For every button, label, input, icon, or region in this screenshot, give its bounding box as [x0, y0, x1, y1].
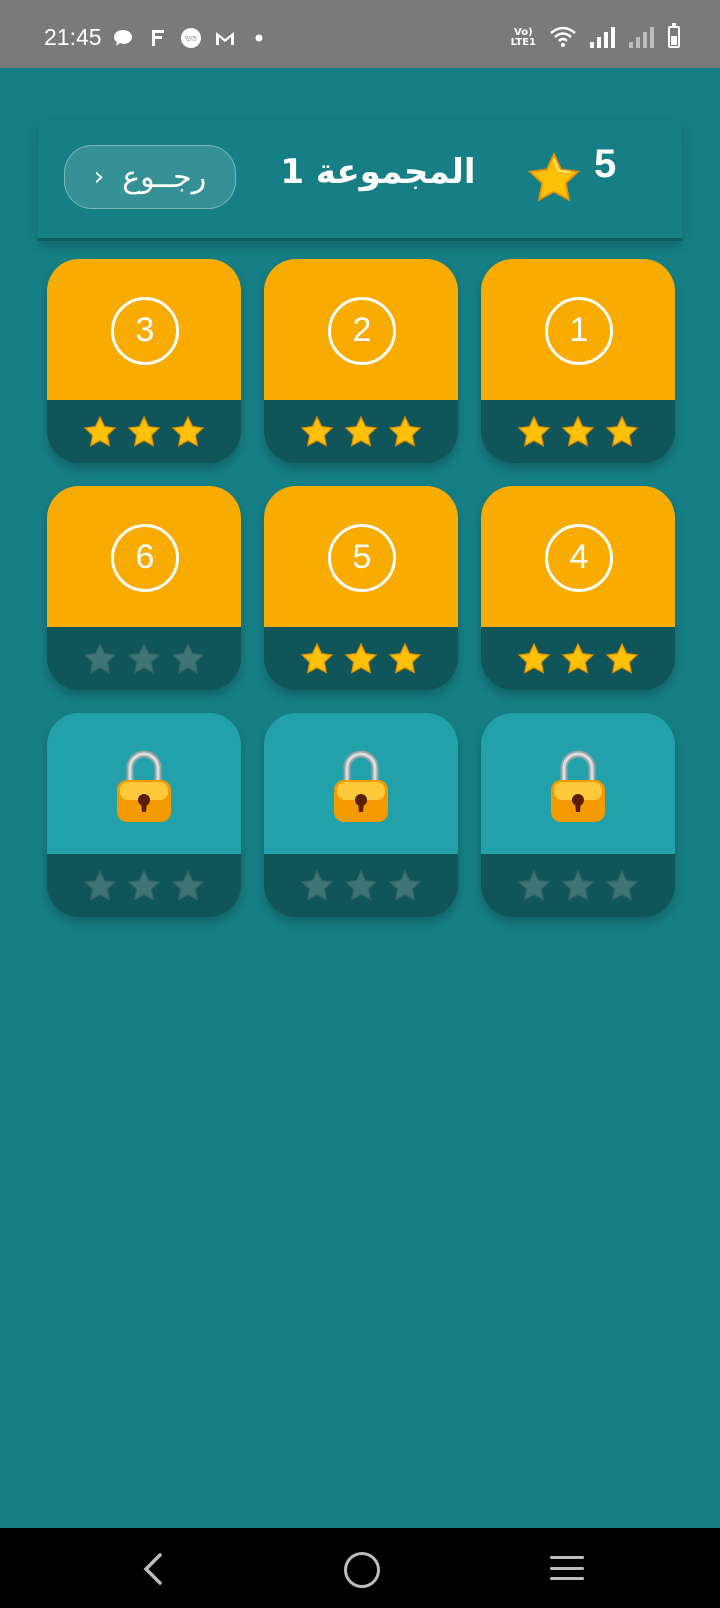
level-stars — [264, 854, 458, 917]
level-grid: 1 2 3 4 5 6 — [45, 259, 675, 917]
level-number: 1 — [545, 296, 613, 365]
score-count: 5 — [594, 142, 617, 186]
star-filled-icon — [561, 642, 595, 674]
star-empty-icon — [171, 869, 205, 901]
level-tile[interactable] — [481, 713, 675, 917]
star-filled-icon — [605, 415, 639, 447]
star-filled-icon — [300, 642, 334, 674]
volte-icon: Vo) LTE1 — [510, 27, 536, 48]
star-filled-icon — [561, 415, 595, 447]
level-tile-face: 6 — [47, 486, 241, 627]
star-empty-icon — [561, 869, 595, 901]
star-filled-icon — [344, 415, 378, 447]
page-title: المجموعة 1 — [280, 152, 476, 192]
level-tile-face: 2 — [264, 259, 458, 400]
level-tile-face: 3 — [47, 259, 241, 400]
system-icons: Vo) LTE1 — [510, 23, 680, 48]
svg-text:ভত: ভত — [184, 34, 198, 43]
status-time: 21:45 — [44, 24, 102, 50]
navigation-bar — [0, 1528, 720, 1608]
status-bar: 21:45 ভত Vo) LTE1 — [0, 0, 720, 68]
lock-icon — [117, 750, 171, 822]
level-stars — [47, 854, 241, 917]
star-filled-icon — [127, 415, 161, 447]
signal-secondary-icon — [629, 26, 654, 48]
nav-recents-icon[interactable] — [550, 1556, 584, 1580]
star-filled-icon — [517, 415, 551, 447]
gmail-icon — [214, 28, 236, 48]
group-header: › رجــوع المجموعة 1 5 — [38, 120, 682, 241]
star-empty-icon — [127, 642, 161, 674]
star-empty-icon — [83, 869, 117, 901]
star-empty-icon — [83, 642, 117, 674]
level-tile-face: 4 — [481, 486, 675, 627]
battery-icon — [668, 23, 680, 48]
level-tile-face: 5 — [264, 486, 458, 627]
level-tile-face — [47, 713, 241, 854]
level-number: 2 — [328, 296, 396, 365]
level-stars — [264, 400, 458, 463]
star-empty-icon — [605, 869, 639, 901]
chevron-right-icon: › — [93, 162, 105, 192]
level-stars — [47, 400, 241, 463]
star-filled-icon — [388, 415, 422, 447]
level-tile[interactable]: 2 — [264, 259, 458, 463]
dot-icon — [248, 28, 270, 48]
star-filled-icon — [517, 642, 551, 674]
level-number: 5 — [328, 523, 396, 592]
level-number: 6 — [111, 523, 179, 592]
level-number: 4 — [545, 523, 613, 592]
lock-icon — [551, 750, 605, 822]
star-filled-icon — [83, 415, 117, 447]
notification-icons: ভত — [112, 28, 270, 48]
nav-back-icon[interactable] — [138, 1552, 168, 1586]
star-empty-icon — [517, 869, 551, 901]
level-tile[interactable] — [47, 713, 241, 917]
level-tile[interactable]: 5 — [264, 486, 458, 690]
level-tile[interactable]: 1 — [481, 259, 675, 463]
chat-icon — [112, 28, 134, 48]
star-empty-icon — [171, 642, 205, 674]
back-button-label: رجــوع — [122, 159, 207, 195]
music-icon — [146, 28, 168, 48]
level-tile[interactable]: 3 — [47, 259, 241, 463]
star-filled-icon — [388, 642, 422, 674]
back-button[interactable]: › رجــوع — [64, 145, 236, 209]
star-empty-icon — [388, 869, 422, 901]
level-stars — [264, 627, 458, 690]
app-icon: ভত — [180, 28, 202, 48]
level-tile-face — [481, 713, 675, 854]
star-filled-icon — [605, 642, 639, 674]
level-tile-face: 1 — [481, 259, 675, 400]
star-filled-icon — [344, 642, 378, 674]
star-icon — [528, 152, 580, 202]
level-stars — [481, 854, 675, 917]
nav-home-icon[interactable] — [344, 1552, 380, 1588]
star-filled-icon — [300, 415, 334, 447]
star-filled-icon — [171, 415, 205, 447]
level-tile[interactable] — [264, 713, 458, 917]
level-tile[interactable]: 6 — [47, 486, 241, 690]
wifi-icon — [550, 26, 576, 48]
level-tile-face — [264, 713, 458, 854]
level-stars — [481, 627, 675, 690]
lock-icon — [334, 750, 388, 822]
level-stars — [481, 400, 675, 463]
star-empty-icon — [127, 869, 161, 901]
level-stars — [47, 627, 241, 690]
level-tile[interactable]: 4 — [481, 486, 675, 690]
level-number: 3 — [111, 296, 179, 365]
star-empty-icon — [344, 869, 378, 901]
star-empty-icon — [300, 869, 334, 901]
signal-icon — [590, 26, 615, 48]
